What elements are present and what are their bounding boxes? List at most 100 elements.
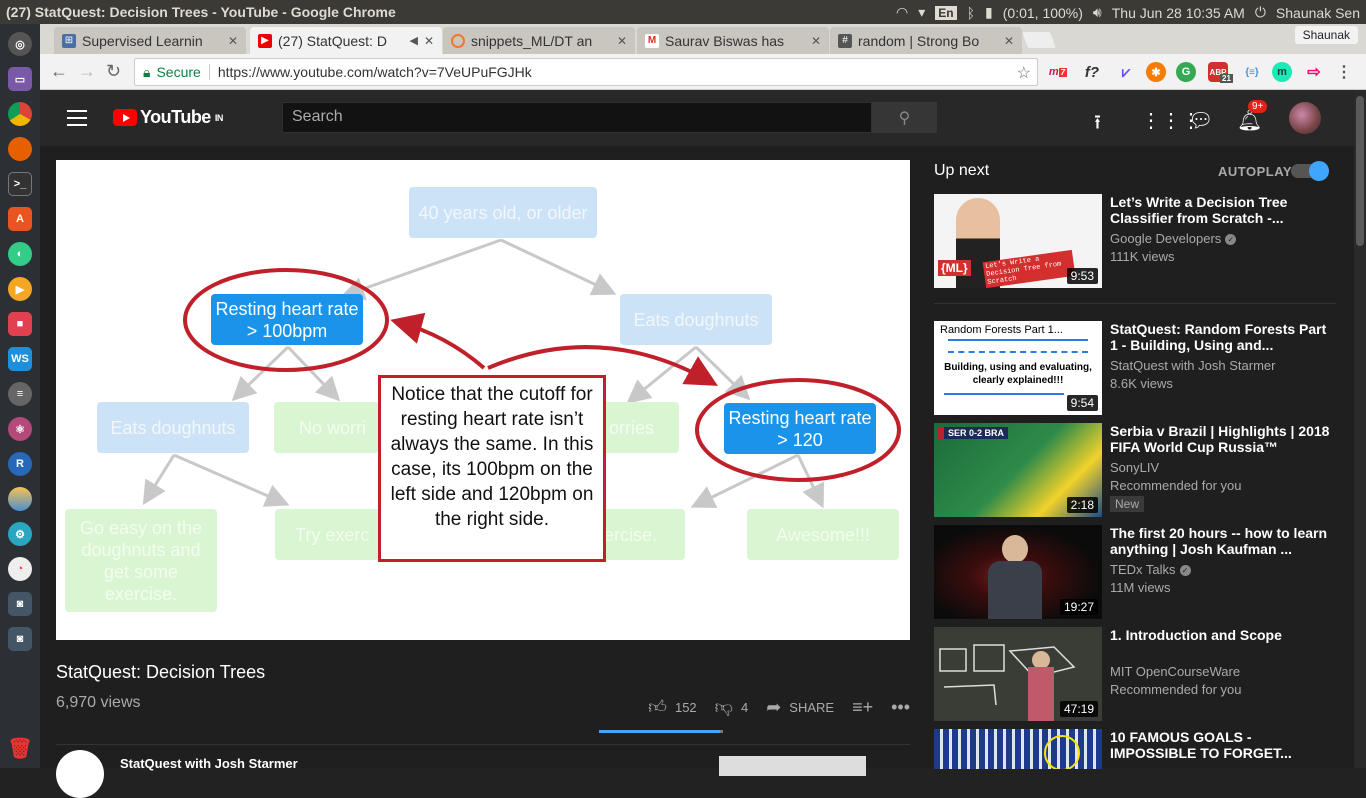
dash-icon[interactable]: ◎ [8,32,32,56]
tab-gmail[interactable]: M Saurav Biswas has ✕ [637,27,829,54]
like-button[interactable]: 👍︎ 152 [648,696,697,718]
video-title[interactable]: 1. Introduction and Scope [1110,627,1330,643]
clock[interactable]: Thu Jun 28 10:35 AM [1112,5,1245,21]
close-icon[interactable]: ✕ [228,34,238,48]
volume-icon[interactable]: 🔊︎ [1093,4,1102,21]
video-thumbnail[interactable]: 47:19 [934,627,1102,721]
tab-snippets-ml[interactable]: snippets_ML/DT an ✕ [443,27,635,54]
youtube-logo[interactable]: YouTube IN [113,107,223,128]
close-icon[interactable]: ✕ [1004,34,1014,48]
hamburger-menu-icon[interactable] [67,110,87,131]
bluetooth-icon[interactable]: ᛒ [967,5,975,21]
close-icon[interactable]: ✕ [811,34,821,48]
dislike-button[interactable]: 👎︎ 4 [715,696,749,718]
tab-slack[interactable]: # random | Strong Bo ✕ [830,27,1022,54]
video-title[interactable]: 10 FAMOUS GOALS - IMPOSSIBLE TO FORGET..… [1110,729,1330,761]
vlc-icon[interactable]: ▶ [8,277,32,301]
channel-name[interactable]: TEDx Talks ✓ [1110,562,1191,577]
settings-toggle-icon[interactable]: ◐ [8,242,32,266]
language-indicator[interactable]: En [935,5,957,20]
profile-button[interactable]: Shaunak [1294,26,1358,44]
video-thumbnail[interactable]: Random Forests Part 1... Building, using… [934,321,1102,415]
video-thumbnail[interactable] [934,729,1102,769]
avatar[interactable] [1289,102,1321,134]
extension-v-icon[interactable]: ⩗ [1116,62,1136,82]
software-icon[interactable]: A [8,207,32,231]
disk-icon[interactable]: ≡ [8,382,32,406]
recommended-video[interactable]: {ML} Let's Write a Decision Tree from Sc… [934,194,1336,288]
viewer-icon[interactable]: ◙ [8,592,32,616]
reload-icon[interactable]: ↻ [106,61,121,82]
terminal-icon[interactable]: >_ [8,172,32,196]
sync-icon[interactable]: ◠ [896,4,908,21]
video-title[interactable]: Let’s Write a Decision Tree Classifier f… [1110,194,1330,226]
upload-icon[interactable]: ⭱ [1094,108,1101,142]
extension-m7-icon[interactable]: m7 [1048,62,1068,82]
video-thumbnail[interactable]: SER 0-2 BRA 2:18 [934,423,1102,517]
forward-icon[interactable]: → [78,61,96,82]
recommended-video[interactable]: SER 0-2 BRA 2:18 Serbia v Brazil | Highl… [934,423,1336,517]
video-player[interactable]: 40 years old, or older Resting heart rat… [56,160,910,640]
extension-pink-icon[interactable]: ⇨ [1304,62,1324,82]
app-red-icon[interactable]: ■ [8,312,32,336]
channel-name[interactable]: MIT OpenCourseWare [1110,664,1240,679]
channel-name[interactable]: Google Developers ✓ [1110,231,1237,246]
formula-extension-icon[interactable]: f? [1082,62,1102,82]
recommended-video[interactable]: Random Forests Part 1... Building, using… [934,321,1336,415]
power-icon[interactable]: ⏻ [1255,4,1266,21]
channel-name[interactable]: SonyLIV [1110,460,1159,475]
video-thumbnail[interactable]: 19:27 [934,525,1102,619]
webstorm-icon[interactable]: WS [8,347,32,371]
battery-status[interactable]: (0:01, 100%) [1003,5,1083,21]
r-icon[interactable]: R [8,452,32,476]
search-button[interactable]: ⚲ [872,102,937,133]
recommended-video[interactable]: 10 FAMOUS GOALS - IMPOSSIBLE TO FORGET..… [934,729,1336,769]
viewer-2-icon[interactable]: ◙ [8,627,32,651]
recommended-video[interactable]: 19:27 The first 20 hours -- how to learn… [934,525,1336,619]
more-actions-button[interactable]: ••• [891,697,910,718]
channel-name[interactable]: StatQuest with Josh Starmer [120,756,298,771]
extension-m-icon[interactable]: m [1272,62,1292,82]
chrome-icon[interactable] [8,102,32,126]
tab-statquest[interactable]: ▶ (27) StatQuest: D ◀︎ ✕ [250,27,442,54]
pie-icon[interactable]: ◔ [8,557,32,581]
add-to-playlist-button[interactable]: ≡+ [852,697,873,718]
video-title[interactable]: Serbia v Brazil | Highlights | 2018 FIFA… [1110,423,1330,455]
grammarly-icon[interactable]: G [1176,62,1196,82]
channel-name[interactable]: StatQuest with Josh Starmer [1110,358,1275,373]
video-thumbnail[interactable]: {ML} Let's Write a Decision Tree from Sc… [934,194,1102,288]
recommended-video[interactable]: 47:19 1. Introduction and Scope MIT Open… [934,627,1336,721]
back-icon[interactable]: ← [50,61,68,82]
audio-icon[interactable]: ◀︎ [409,34,417,47]
extension-orange-icon[interactable]: ✱ [1146,62,1166,82]
firefox-icon[interactable] [8,137,32,161]
close-icon[interactable]: ✕ [424,34,434,48]
files-icon[interactable]: ▭ [8,67,32,91]
atom-icon[interactable]: ⚛ [8,417,32,441]
video-title[interactable]: StatQuest: Random Forests Part 1 - Build… [1110,321,1330,353]
autoplay-toggle[interactable] [1291,161,1329,181]
page-scrollbar[interactable] [1354,90,1366,768]
adblock-icon[interactable]: ABP 21 [1208,62,1233,83]
json-extension-icon[interactable]: {≡} [1242,62,1262,82]
battery-icon[interactable]: ▮ [985,4,993,21]
close-icon[interactable]: ✕ [617,34,627,48]
video-title[interactable]: The first 20 hours -- how to learn anyth… [1110,525,1330,557]
bookmark-star-icon[interactable]: ☆ [1017,63,1031,83]
new-tab-button[interactable] [1022,32,1056,48]
scrollbar-thumb[interactable] [1356,96,1364,246]
trash-icon[interactable]: 🗑︎ [7,736,32,760]
channel-avatar[interactable] [56,750,104,798]
url-text[interactable]: https://www.youtube.com/watch?v=7VeUPuFG… [218,64,532,80]
user-name[interactable]: Shaunak Sen [1276,5,1360,21]
messages-icon[interactable]: 💬︎ [1188,108,1213,133]
address-bar[interactable]: 🔒︎ Secure https://www.youtube.com/watch?… [134,58,1038,86]
weather-icon[interactable] [8,487,32,511]
gear-icon[interactable]: ⚙ [8,522,32,546]
search-input[interactable]: Search [282,102,872,133]
share-button[interactable]: ➦ SHARE [766,697,834,718]
subscribe-button[interactable] [719,756,866,776]
wifi-icon[interactable]: ▾ [918,4,925,21]
tab-supervised-learning[interactable]: ⊞ Supervised Learnin ✕ [54,27,246,54]
menu-icon[interactable]: ⋮ [1334,62,1354,82]
